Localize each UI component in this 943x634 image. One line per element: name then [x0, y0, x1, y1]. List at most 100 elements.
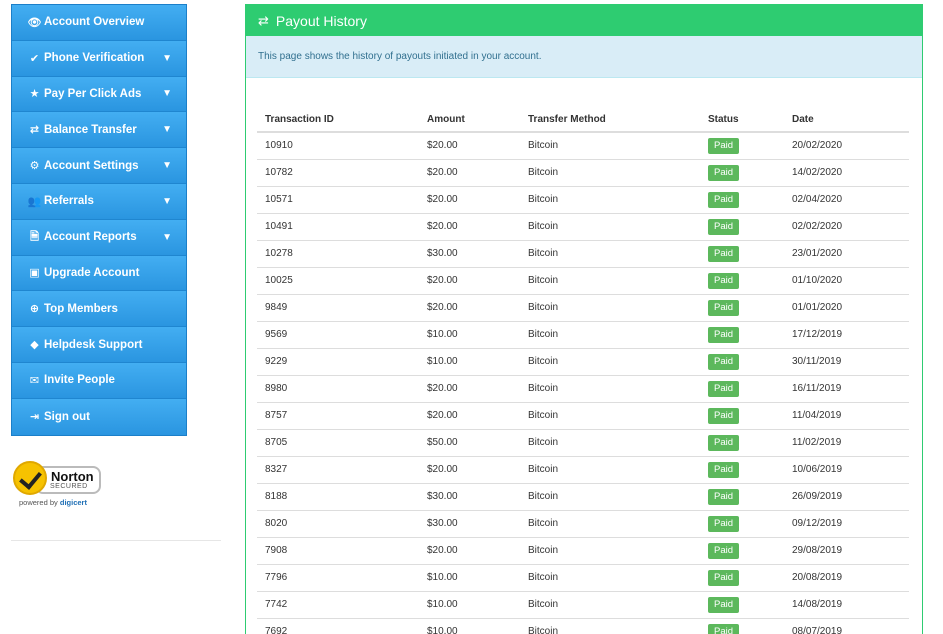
sidebar-item-label: Account Reports [44, 231, 137, 244]
cell-status: Paid [700, 240, 784, 268]
col-status: Status [700, 108, 784, 133]
cell-transfer-method: Bitcoin [520, 537, 700, 565]
cell-transaction-id: 10571 [257, 186, 419, 214]
sidebar-item-upgrade-account[interactable]: ▣ Upgrade Account [12, 255, 186, 292]
sidebar-item-helpdesk-support[interactable]: ◆ Helpdesk Support [12, 327, 186, 363]
cell-transaction-id: 10910 [257, 132, 419, 160]
sidebar-item-label: Invite People [44, 374, 115, 387]
sidebar-item-sign-out[interactable]: ⇥ Sign out [12, 398, 186, 435]
cell-date: 01/10/2020 [784, 267, 909, 295]
sidebar-item-pay-per-click-ads[interactable]: ★ Pay Per Click Ads ▼ [12, 76, 186, 113]
cell-amount: $20.00 [419, 402, 520, 430]
status-badge: Paid [708, 380, 740, 397]
cell-transfer-method: Bitcoin [520, 456, 700, 484]
status-badge: Paid [708, 245, 740, 262]
status-badge: Paid [708, 434, 740, 451]
cell-amount: $20.00 [419, 159, 520, 187]
sidebar-item-invite-people[interactable]: ✉ Invite People [12, 362, 186, 399]
cell-transaction-id: 7742 [257, 591, 419, 619]
cell-transfer-method: Bitcoin [520, 618, 700, 634]
table-row: 10491 $20.00 Bitcoin Paid 02/02/2020 [257, 213, 909, 241]
cell-transaction-id: 10025 [257, 267, 419, 295]
status-badge: Paid [708, 407, 740, 424]
table-header-row: Transaction ID Amount Transfer Method St… [257, 108, 909, 133]
cell-transfer-method: Bitcoin [520, 429, 700, 457]
cell-amount: $20.00 [419, 294, 520, 322]
cell-transaction-id: 8705 [257, 429, 419, 457]
cell-date: 23/01/2020 [784, 240, 909, 268]
chevron-down-icon: ▼ [162, 52, 172, 64]
sidebar-item-account-settings[interactable]: ⚙ Account Settings ▼ [12, 148, 186, 184]
sidebar-item-balance-transfer[interactable]: ⇄ Balance Transfer ▼ [12, 112, 186, 149]
cell-status: Paid [700, 537, 784, 565]
cell-status: Paid [700, 456, 784, 484]
sidebar-item-account-reports[interactable]: 🗎 Account Reports ▼ [12, 219, 186, 256]
cell-date: 01/01/2020 [784, 294, 909, 322]
sidebar-item-top-members[interactable]: ⊕ Top Members [12, 291, 186, 328]
cell-amount: $20.00 [419, 537, 520, 565]
money-icon: ▣ [29, 267, 40, 280]
cell-amount: $10.00 [419, 618, 520, 634]
table-row: 10571 $20.00 Bitcoin Paid 02/04/2020 [257, 186, 909, 214]
cell-transfer-method: Bitcoin [520, 159, 700, 187]
norton-check-icon [13, 461, 47, 495]
sidebar-item-phone-verification[interactable]: ✔ Phone Verification ▼ [12, 40, 186, 77]
cell-date: 14/02/2020 [784, 159, 909, 187]
cell-transaction-id: 8327 [257, 456, 419, 484]
cell-transaction-id: 10491 [257, 213, 419, 241]
cell-date: 10/06/2019 [784, 456, 909, 484]
cell-transaction-id: 8188 [257, 483, 419, 511]
status-badge: Paid [708, 542, 740, 559]
cell-transfer-method: Bitcoin [520, 348, 700, 376]
cell-date: 20/02/2020 [784, 132, 909, 160]
sidebar-item-referrals[interactable]: 👥 Referrals ▼ [12, 183, 186, 220]
cell-status: Paid [700, 483, 784, 511]
chevron-down-icon: ▼ [162, 231, 172, 243]
cell-date: 26/09/2019 [784, 483, 909, 511]
cell-transfer-method: Bitcoin [520, 186, 700, 214]
payout-table: Transaction ID Amount Transfer Method St… [257, 108, 909, 634]
cell-amount: $20.00 [419, 375, 520, 403]
cell-amount: $30.00 [419, 240, 520, 268]
cell-transfer-method: Bitcoin [520, 402, 700, 430]
envelope-icon: ✉ [29, 374, 40, 387]
sidebar-item-label: Top Members [44, 302, 118, 315]
star-icon: ★ [29, 88, 40, 101]
status-badge: Paid [708, 218, 740, 235]
table-row: 7796 $10.00 Bitcoin Paid 20/08/2019 [257, 564, 909, 592]
cell-amount: $50.00 [419, 429, 520, 457]
sidebar-item-label: Phone Verification [44, 52, 145, 65]
col-amount: Amount [419, 108, 520, 133]
upload-circle-icon: ⊕ [29, 303, 40, 316]
norton-secured-badge[interactable]: Norton SECURED powered by digicert [13, 460, 103, 510]
cell-status: Paid [700, 591, 784, 619]
cell-date: 11/04/2019 [784, 402, 909, 430]
cell-status: Paid [700, 429, 784, 457]
table-row: 7908 $20.00 Bitcoin Paid 29/08/2019 [257, 537, 909, 565]
cell-date: 16/11/2019 [784, 375, 909, 403]
cell-date: 02/04/2020 [784, 186, 909, 214]
panel-title: Payout History [275, 12, 367, 29]
chevron-down-icon: ▼ [162, 160, 172, 172]
cell-transaction-id: 8980 [257, 375, 419, 403]
table-row: 10910 $20.00 Bitcoin Paid 20/02/2020 [257, 132, 909, 160]
col-transaction-id: Transaction ID [257, 108, 419, 133]
col-transfer-method: Transfer Method [520, 108, 700, 133]
exchange-icon: ⇄ [29, 124, 40, 137]
table-row: 9229 $10.00 Bitcoin Paid 30/11/2019 [257, 348, 909, 376]
cell-status: Paid [700, 294, 784, 322]
sidebar-item-label: Account Settings [44, 159, 139, 172]
sidebar-item-label: Balance Transfer [44, 123, 137, 136]
cell-transfer-method: Bitcoin [520, 483, 700, 511]
cell-date: 11/02/2019 [784, 429, 909, 457]
table-row: 10025 $20.00 Bitcoin Paid 01/10/2020 [257, 267, 909, 295]
sidebar-item-account-overview[interactable]: 👁 Account Overview [12, 5, 186, 41]
cell-transaction-id: 10278 [257, 240, 419, 268]
status-badge: Paid [708, 461, 740, 478]
table-row: 10782 $20.00 Bitcoin Paid 14/02/2020 [257, 159, 909, 187]
sidebar-item-label: Helpdesk Support [44, 338, 143, 351]
table-row: 9849 $20.00 Bitcoin Paid 01/01/2020 [257, 294, 909, 322]
cell-amount: $20.00 [419, 132, 520, 160]
status-badge: Paid [708, 137, 740, 154]
table-row: 8188 $30.00 Bitcoin Paid 26/09/2019 [257, 483, 909, 511]
